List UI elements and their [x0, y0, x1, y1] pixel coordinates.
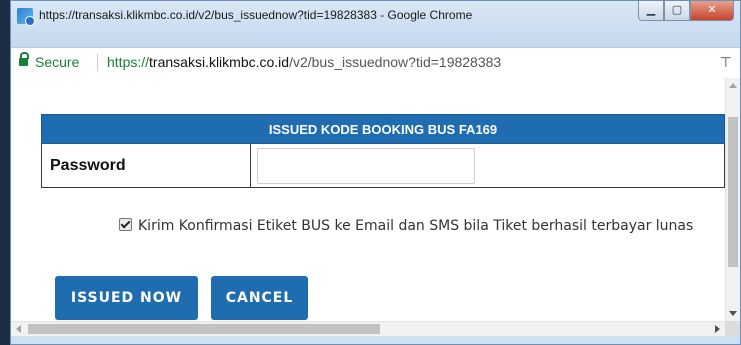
title-bar: https://transaksi.klikmbc.co.id/v2/bus_i… — [11, 1, 740, 47]
confirm-checkbox[interactable] — [119, 218, 132, 231]
form-header: ISSUED KODE BOOKING BUS FA169 — [41, 114, 725, 144]
cancel-button[interactable]: CANCEL — [211, 276, 308, 320]
vertical-scrollbar[interactable] — [725, 78, 740, 321]
password-row: Password — [41, 143, 725, 188]
url-path: /v2/bus_issuednow?tid=19828383 — [289, 54, 502, 70]
page-viewport: ISSUED KODE BOOKING BUS FA169 Password K… — [11, 78, 725, 321]
url-text[interactable]: https://transaksi.klikmbc.co.id/v2/bus_i… — [107, 54, 501, 70]
url-host: transaksi.klikmbc.co.id — [149, 54, 290, 70]
url-scheme: https:// — [107, 54, 150, 70]
vertical-scroll-thumb[interactable] — [728, 117, 738, 267]
close-window-button[interactable]: ✕ — [690, 1, 734, 21]
horizontal-scroll-thumb[interactable] — [28, 324, 380, 334]
scrollbar-corner — [725, 321, 740, 336]
minimize-button[interactable]: ▁ — [638, 1, 664, 21]
scroll-down-arrow-icon[interactable] — [729, 311, 737, 316]
booking-form-table: ISSUED KODE BOOKING BUS FA169 Password — [41, 114, 725, 188]
horizontal-scrollbar[interactable] — [11, 321, 725, 336]
pin-icon[interactable]: ⊤ — [720, 54, 732, 71]
address-separator — [97, 54, 98, 71]
scroll-right-arrow-icon[interactable] — [715, 325, 720, 333]
confirm-option[interactable]: Kirim Konfirmasi Etiket BUS ke Email dan… — [119, 218, 693, 234]
password-label: Password — [41, 143, 251, 188]
issued-now-button[interactable]: ISSUED NOW — [55, 276, 198, 320]
secure-label[interactable]: Secure — [35, 54, 79, 70]
window-title: https://transaksi.klikmbc.co.id/v2/bus_i… — [39, 8, 473, 22]
table-header-row: ISSUED KODE BOOKING BUS FA169 — [41, 114, 725, 144]
maximize-button[interactable]: ▢ — [664, 1, 690, 21]
lock-icon[interactable] — [19, 52, 29, 66]
chrome-app-icon — [17, 8, 35, 26]
confirm-text: Kirim Konfirmasi Etiket BUS ke Email dan… — [138, 218, 694, 234]
address-bar[interactable]: Secure https://transaksi.klikmbc.co.id/v… — [11, 47, 740, 79]
browser-window: https://transaksi.klikmbc.co.id/v2/bus_i… — [10, 0, 741, 345]
scroll-up-arrow-icon[interactable] — [729, 83, 737, 88]
password-input-cell — [250, 143, 725, 188]
scroll-left-arrow-icon[interactable] — [16, 325, 21, 333]
password-input[interactable] — [257, 147, 475, 184]
